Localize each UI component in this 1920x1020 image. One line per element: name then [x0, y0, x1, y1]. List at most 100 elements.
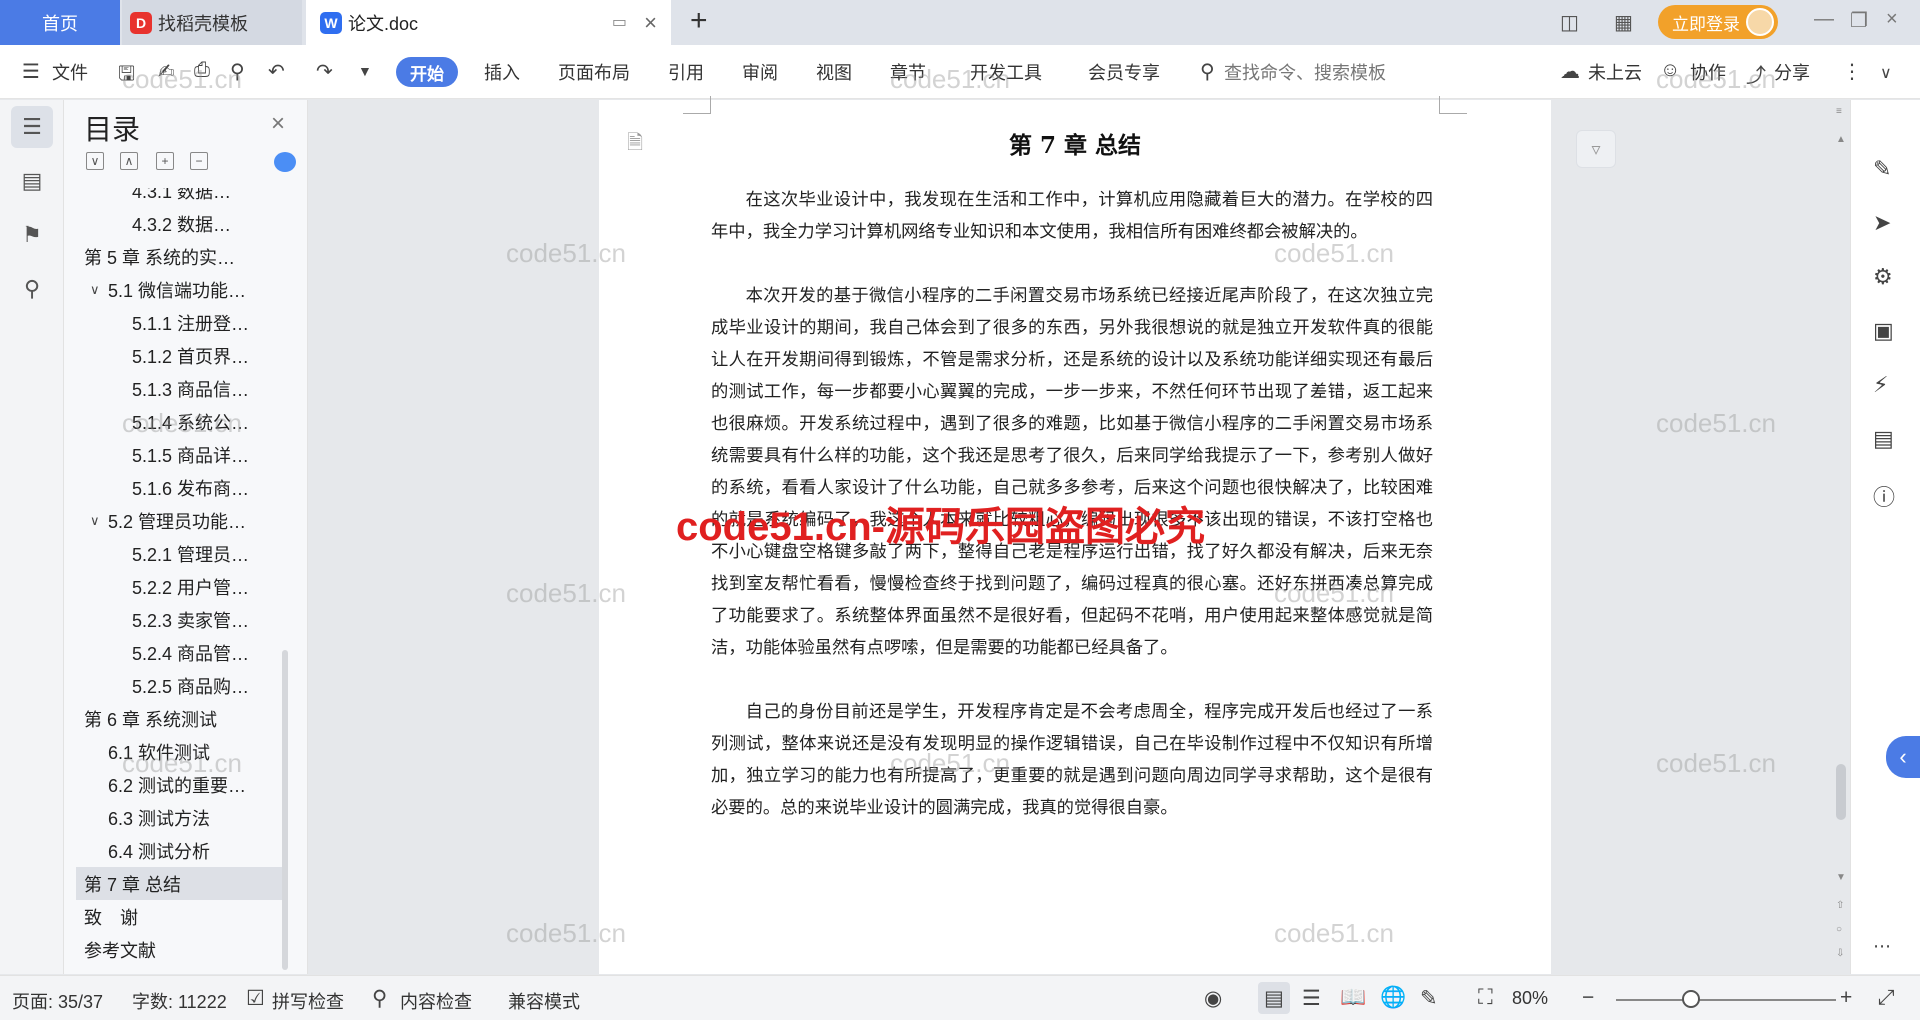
toc-item[interactable]: 6.3 测试方法	[76, 801, 282, 834]
template-icon[interactable]: ▣	[1873, 318, 1894, 344]
close-tab-icon[interactable]: ×	[644, 10, 657, 36]
monitor-icon[interactable]: ▭	[612, 12, 627, 32]
reader-icon[interactable]: ▤	[1873, 426, 1894, 452]
cloud-status[interactable]: 未上云	[1588, 59, 1642, 85]
lightning-icon[interactable]: ⚡	[1873, 372, 1888, 398]
restore-icon[interactable]: ❐	[1850, 8, 1868, 33]
navigation-icon[interactable]: ▤	[11, 160, 53, 202]
minimize-icon[interactable]: —	[1814, 8, 1834, 31]
menu-icon[interactable]: ☰	[22, 59, 40, 84]
toc-item[interactable]: 第 7 章 总结	[76, 867, 282, 900]
spell-check-button[interactable]: 拼写检查	[272, 988, 344, 1014]
tab-chapter[interactable]: 章节	[890, 59, 926, 85]
tab-page-layout[interactable]: 页面布局	[558, 59, 630, 85]
prev-page-icon[interactable]: ⇧	[1836, 900, 1844, 911]
pen-icon[interactable]: ✎	[1873, 156, 1891, 182]
chevron-down-icon[interactable]: ▼	[358, 63, 372, 79]
toc-item[interactable]: 5.2.4 商品管…	[76, 636, 282, 669]
new-tab-button[interactable]: +	[690, 4, 708, 38]
eye-protect-icon[interactable]: ◉	[1204, 986, 1222, 1011]
toc-item[interactable]: 5.2.2 用户管…	[76, 570, 282, 603]
ai-assistant-icon[interactable]	[274, 152, 296, 172]
toc-item[interactable]: 4.3.2 数据…	[76, 207, 282, 240]
expand-down-icon[interactable]: ∨	[86, 152, 104, 170]
file-menu[interactable]: 文件	[52, 59, 88, 85]
scroll-top-icon[interactable]: ≡	[1836, 106, 1842, 117]
tab-insert[interactable]: 插入	[484, 59, 520, 85]
scroll-up-icon[interactable]: ▲	[1836, 134, 1846, 145]
toc-item[interactable]: 6.2 测试的重要…	[76, 768, 282, 801]
scrollbar-thumb[interactable]	[1836, 764, 1846, 820]
reading-view-icon[interactable]: 📖	[1340, 986, 1366, 1010]
vertical-scrollbar[interactable]: ≡ ▲ ▼ ⇧ ○ ⇩	[1832, 100, 1850, 974]
apps-grid-icon[interactable]: ▦	[1614, 10, 1633, 35]
chevron-down-icon[interactable]: ∨	[76, 249, 82, 265]
toc-item[interactable]: 参考文献	[76, 933, 282, 966]
content-check-button[interactable]: 内容检查	[400, 988, 472, 1014]
toc-item[interactable]: ∨ 5.2 管理员功能…	[76, 504, 282, 537]
close-window-icon[interactable]: ×	[1886, 8, 1898, 31]
toc-item[interactable]: 致 谢	[76, 900, 282, 933]
toc-item[interactable]: 4.3.1 数据…	[76, 188, 282, 207]
tab-start[interactable]: 开始	[396, 57, 458, 87]
export-icon[interactable]: ✍	[158, 59, 175, 84]
layout-icon[interactable]: ◫	[1560, 10, 1579, 35]
command-search[interactable]: 查找命令、搜索模板	[1224, 59, 1386, 85]
close-toc-icon[interactable]: ×	[271, 110, 285, 138]
fullscreen-icon[interactable]: ⤢	[1878, 986, 1895, 1010]
collab-button[interactable]: 协作	[1690, 59, 1726, 85]
zoom-out-icon[interactable]: −	[1582, 986, 1594, 1010]
toc-item[interactable]: ∨ 5.1 微信端功能…	[76, 273, 282, 306]
select-browse-icon[interactable]: ○	[1836, 924, 1842, 935]
collapse-up-icon[interactable]: ∧	[120, 152, 138, 170]
outline-view-icon[interactable]: ☰	[1302, 986, 1321, 1011]
toc-panel-icon[interactable]: ☰	[11, 106, 53, 148]
toc-item[interactable]: 5.1.1 注册登…	[76, 306, 282, 339]
select-cursor-icon[interactable]: ➤	[1873, 210, 1891, 236]
more-dots-icon[interactable]: ⋯	[1873, 936, 1891, 957]
toc-item[interactable]: ∨第 5 章 系统的实…	[76, 240, 282, 273]
find-icon[interactable]: ⚲	[11, 268, 53, 310]
tab-reference[interactable]: 引用	[668, 59, 704, 85]
write-view-icon[interactable]: ✎	[1420, 986, 1438, 1011]
tab-template[interactable]: D 找稻壳模板	[122, 0, 302, 45]
undo-icon[interactable]: ↶	[268, 59, 285, 84]
toc-item[interactable]: 5.1.6 发布商…	[76, 471, 282, 504]
page-indicator[interactable]: 页面: 35/37	[12, 988, 103, 1014]
toc-item[interactable]: 6.1 软件测试	[76, 735, 282, 768]
tab-review[interactable]: 审阅	[742, 59, 778, 85]
toc-scrollbar[interactable]	[282, 650, 288, 970]
zoom-in-icon[interactable]: +	[1840, 986, 1852, 1010]
print-icon[interactable]: ⎙	[194, 59, 210, 82]
toc-item[interactable]: 5.2.1 管理员…	[76, 537, 282, 570]
collapse-toolbar-icon[interactable]: ▿	[1576, 130, 1616, 168]
more-icon[interactable]: ⋮	[1842, 59, 1862, 84]
zoom-slider[interactable]	[1616, 999, 1836, 1001]
tab-view[interactable]: 视图	[816, 59, 852, 85]
word-count[interactable]: 字数: 11222	[132, 988, 227, 1014]
chevron-down-icon[interactable]: ∨	[90, 513, 106, 529]
expand-all-icon[interactable]: +	[156, 152, 174, 170]
tab-devtools[interactable]: 开发工具	[970, 59, 1042, 85]
toc-item[interactable]: 5.1.4 系统公…	[76, 405, 282, 438]
chevron-down-icon[interactable]: ∨	[90, 282, 106, 298]
collapse-all-icon[interactable]: −	[190, 152, 208, 170]
tab-home[interactable]: 首页	[0, 0, 120, 45]
tab-member[interactable]: 会员专享	[1088, 59, 1160, 85]
redo-icon[interactable]: ↷	[316, 59, 333, 84]
toc-item[interactable]: 6.4 测试分析	[76, 834, 282, 867]
login-button[interactable]: 立即登录	[1658, 5, 1778, 39]
fit-page-icon[interactable]: ⛶	[1478, 986, 1493, 1010]
collapse-ribbon-icon[interactable]: ∨	[1880, 63, 1892, 83]
zoom-level[interactable]: 80%	[1512, 988, 1548, 1009]
save-icon[interactable]: 🖫	[118, 59, 135, 93]
bookmark-icon[interactable]: ⚑	[11, 214, 53, 256]
scroll-down-icon[interactable]: ▼	[1836, 872, 1846, 883]
chevron-down-icon[interactable]: ∨	[76, 711, 82, 727]
toc-item[interactable]: 5.1.5 商品详…	[76, 438, 282, 471]
doc-outline-icon[interactable]: 🗎	[627, 128, 643, 162]
adjust-icon[interactable]: ⚙	[1873, 264, 1893, 290]
share-button[interactable]: 分享	[1774, 59, 1810, 85]
next-page-icon[interactable]: ⇩	[1836, 948, 1844, 959]
toc-item[interactable]: 5.2.3 卖家管…	[76, 603, 282, 636]
